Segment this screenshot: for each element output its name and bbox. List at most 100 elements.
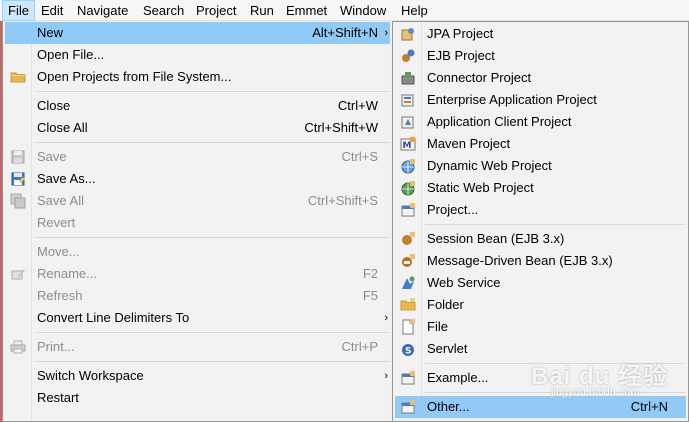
print-shortcut: Ctrl+P <box>341 339 378 354</box>
web-service-menu-item[interactable]: Web Service <box>395 272 686 294</box>
other-icon <box>400 399 416 415</box>
rename-icon <box>10 266 26 282</box>
separator <box>35 237 389 238</box>
baidu-watermark: Bai du 经验 jingyan.baidu.com <box>531 356 681 406</box>
maven-project-menu-item[interactable]: M Maven Project <box>395 133 686 155</box>
close-all-shortcut: Ctrl+Shift+W <box>304 120 378 135</box>
refresh-shortcut: F5 <box>362 288 378 303</box>
separator <box>425 224 685 225</box>
separator <box>35 91 389 92</box>
print-menu-item[interactable]: Print... Ctrl+P <box>5 336 390 358</box>
ejb-project-label: EJB Project <box>427 48 495 63</box>
close-label: Close <box>37 98 71 113</box>
file-icon <box>400 319 416 335</box>
menu-run[interactable]: Run <box>245 0 279 21</box>
other-label: Other... <box>427 399 470 414</box>
jpa-project-label: JPA Project <box>427 26 494 41</box>
project-menu-item[interactable]: Project... <box>395 199 686 221</box>
revert-menu-item[interactable]: Revert <box>5 212 390 234</box>
rename-menu-item[interactable]: Rename... F2 <box>5 263 390 285</box>
save-as-icon <box>10 171 26 187</box>
dynamic-web-project-menu-item[interactable]: Dynamic Web Project <box>395 155 686 177</box>
project-icon <box>400 202 416 218</box>
submenu-arrow-icon: › <box>384 312 388 324</box>
save-menu-item[interactable]: Save Ctrl+S <box>5 146 390 168</box>
enterprise-app-label: Enterprise Application Project <box>427 92 597 107</box>
maven-project-label: Maven Project <box>427 136 511 151</box>
close-shortcut: Ctrl+W <box>337 98 378 113</box>
convert-line-label: Convert Line Delimiters To <box>37 310 190 325</box>
message-driven-bean-menu-item[interactable]: Message-Driven Bean (EJB 3.x) <box>395 250 686 272</box>
dynamic-web-project-label: Dynamic Web Project <box>427 158 552 173</box>
new-menu-item[interactable]: New Alt+Shift+N › <box>5 22 390 44</box>
restart-menu-item[interactable]: Restart <box>5 387 390 409</box>
revert-label: Revert <box>37 215 76 230</box>
save-as-label: Save As... <box>37 171 96 186</box>
maven-icon: M <box>400 136 416 152</box>
open-projects-label: Open Projects from File System... <box>37 69 232 84</box>
new-shortcut: Alt+Shift+N <box>312 25 378 40</box>
jpa-project-icon <box>400 26 416 42</box>
svg-text:S: S <box>405 347 411 357</box>
save-label: Save <box>37 149 67 164</box>
folder-menu-item[interactable]: Folder <box>395 294 686 316</box>
menu-window[interactable]: Window <box>335 0 391 21</box>
close-menu-item[interactable]: Close Ctrl+W <box>5 95 390 117</box>
save-all-shortcut: Ctrl+Shift+S <box>307 193 378 208</box>
example-icon <box>400 370 416 386</box>
restart-label: Restart <box>37 390 79 405</box>
move-label: Move... <box>37 244 80 259</box>
menu-project[interactable]: Project <box>191 0 241 21</box>
connector-project-menu-item[interactable]: Connector Project <box>395 67 686 89</box>
save-shortcut: Ctrl+S <box>341 149 378 164</box>
convert-line-delimiters-menu-item[interactable]: Convert Line Delimiters To › <box>5 307 390 329</box>
refresh-menu-item[interactable]: Refresh F5 <box>5 285 390 307</box>
globe-icon <box>400 180 416 196</box>
file-menu: New Alt+Shift+N › Open File... Open Proj… <box>2 21 393 422</box>
application-client-project-menu-item[interactable]: Application Client Project <box>395 111 686 133</box>
message-bean-icon <box>400 253 416 269</box>
open-file-menu-item[interactable]: Open File... <box>5 44 390 66</box>
menu-emmet[interactable]: Emmet <box>281 0 332 21</box>
close-all-label: Close All <box>37 120 88 135</box>
ejb-project-menu-item[interactable]: EJB Project <box>395 45 686 67</box>
open-projects-menu-item[interactable]: Open Projects from File System... <box>5 66 390 88</box>
switch-workspace-menu-item[interactable]: Switch Workspace › <box>5 365 390 387</box>
switch-workspace-label: Switch Workspace <box>37 368 144 383</box>
separator <box>35 361 389 362</box>
web-service-label: Web Service <box>427 275 501 290</box>
watermark-url: jingyan.baidu.com <box>551 386 640 398</box>
app-client-label: Application Client Project <box>427 114 572 129</box>
file-label: File <box>427 319 448 334</box>
save-all-icon <box>10 193 26 209</box>
rename-label: Rename... <box>37 266 97 281</box>
project-label: Project... <box>427 202 479 217</box>
static-web-project-menu-item[interactable]: Static Web Project <box>395 177 686 199</box>
file-menu-item[interactable]: File <box>395 316 686 338</box>
static-web-project-label: Static Web Project <box>427 180 534 195</box>
save-all-menu-item[interactable]: Save All Ctrl+Shift+S <box>5 190 390 212</box>
menu-help[interactable]: Help <box>396 0 433 21</box>
save-as-menu-item[interactable]: Save As... <box>5 168 390 190</box>
connector-project-label: Connector Project <box>427 70 532 85</box>
menu-search[interactable]: Search <box>138 0 189 21</box>
servlet-label: Servlet <box>427 341 468 356</box>
separator <box>35 142 389 143</box>
close-all-menu-item[interactable]: Close All Ctrl+Shift+W <box>5 117 390 139</box>
refresh-label: Refresh <box>37 288 83 303</box>
app-client-icon <box>400 114 416 130</box>
menu-navigate[interactable]: Navigate <box>72 0 133 21</box>
connector-project-icon <box>400 70 416 86</box>
printer-icon <box>10 339 26 355</box>
move-menu-item[interactable]: Move... <box>5 241 390 263</box>
jpa-project-menu-item[interactable]: JPA Project <box>395 23 686 45</box>
folder-icon <box>400 297 416 313</box>
session-bean-label: Session Bean (EJB 3.x) <box>427 231 565 246</box>
menu-file[interactable]: File <box>2 0 35 21</box>
menu-bar: File Edit Navigate Search Project Run Em… <box>0 0 689 21</box>
enterprise-application-project-menu-item[interactable]: Enterprise Application Project <box>395 89 686 111</box>
save-all-label: Save All <box>37 193 84 208</box>
mdb-label: Message-Driven Bean (EJB 3.x) <box>427 253 613 268</box>
session-bean-menu-item[interactable]: Session Bean (EJB 3.x) <box>395 228 686 250</box>
menu-edit[interactable]: Edit <box>36 0 68 21</box>
